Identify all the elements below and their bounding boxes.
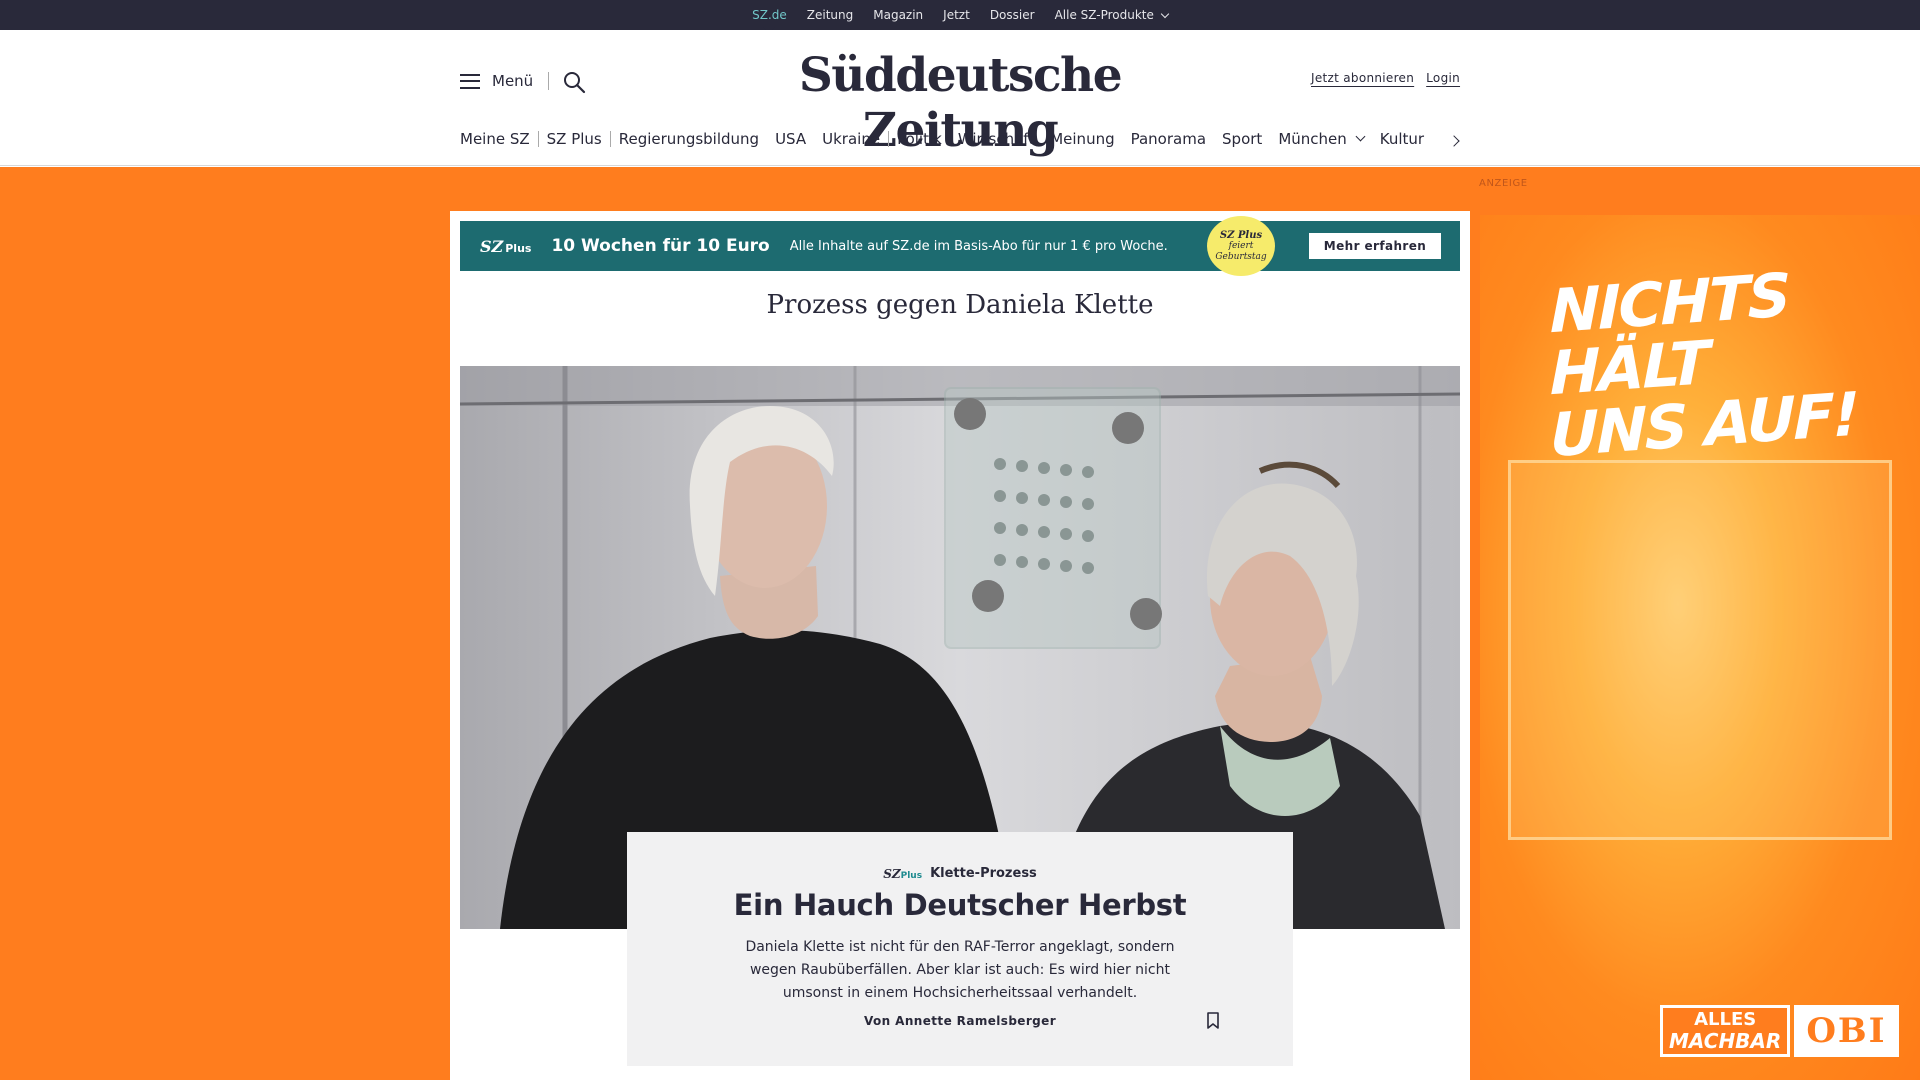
nav-item-usa[interactable]: USA bbox=[767, 130, 814, 148]
obi-tagline-line1: ALLES bbox=[1694, 1009, 1757, 1030]
nav-item-kultur[interactable]: Kultur bbox=[1372, 130, 1432, 148]
all-products-dropdown[interactable]: Alle SZ-Produkte bbox=[1054, 8, 1170, 22]
all-products-label: Alle SZ-Produkte bbox=[1054, 8, 1154, 22]
bookmark-icon bbox=[1207, 1012, 1219, 1029]
sz-plus-badge-text: SZ bbox=[883, 866, 901, 881]
sz-plus-logo: SZ Plus bbox=[480, 237, 531, 256]
nav-item-regierungsbildung[interactable]: Regierungsbildung bbox=[611, 130, 767, 148]
teaser-topic: Klette-Prozess bbox=[930, 866, 1037, 881]
menu-label: Menü bbox=[492, 72, 534, 90]
chevron-down-icon bbox=[1160, 9, 1170, 19]
nav-scroll-right-chevron-right-icon[interactable] bbox=[1448, 134, 1462, 148]
login-link[interactable]: Login bbox=[1426, 71, 1460, 85]
obi-tagline: ALLES MACHBAR bbox=[1660, 1005, 1791, 1057]
sz-plus-badge-suffix: Plus bbox=[900, 870, 923, 881]
article-summary: Daniela Klette ist nicht für den RAF-Ter… bbox=[745, 939, 1175, 1001]
product-link-sz-de[interactable]: SZ.de bbox=[752, 8, 787, 33]
subscribe-link[interactable]: Jetzt abonnieren bbox=[1311, 71, 1414, 85]
product-link-jetzt[interactable]: Jetzt bbox=[943, 8, 970, 22]
obi-logo: ALLES MACHBAR OBI bbox=[1660, 1005, 1899, 1057]
article-author: Von Annette Ramelsberger bbox=[863, 1014, 1057, 1028]
section-nav: Meine SZ SZ Plus Regierungsbildung USA U… bbox=[460, 130, 1432, 148]
hamburger-icon bbox=[460, 73, 480, 89]
badge-line1: feiert bbox=[1228, 240, 1254, 251]
product-link-magazin[interactable]: Magazin bbox=[873, 8, 923, 22]
menu-button[interactable]: Menü bbox=[460, 72, 533, 90]
product-link-dossier[interactable]: Dossier bbox=[990, 8, 1035, 22]
obi-skyscraper-ad[interactable]: NICHTS HÄLT UNS AUF! ALLES MACHBAR OBI bbox=[1480, 215, 1920, 1080]
nav-item-wirtschaft[interactable]: Wirtschaft bbox=[950, 130, 1042, 148]
obi-brand: OBI bbox=[1794, 1005, 1899, 1057]
badge-line2: Geburtstag bbox=[1215, 251, 1267, 262]
badge-logo: SZ Plus bbox=[1219, 229, 1263, 241]
promo-text: Alle Inhalte auf SZ.de im Basis-Abo für … bbox=[789, 238, 1168, 254]
nav-item-meinung[interactable]: Meinung bbox=[1042, 130, 1122, 148]
sz-plus-badge: SZPlus bbox=[883, 867, 922, 881]
bookmark-button[interactable] bbox=[1206, 1012, 1220, 1030]
sz-plus-promo-banner[interactable]: SZ Plus 10 Wochen für 10 Euro Alle Inhalt… bbox=[460, 216, 1460, 276]
nav-item-meine-sz[interactable]: Meine SZ bbox=[460, 130, 538, 148]
product-link-zeitung[interactable]: Zeitung bbox=[807, 8, 853, 22]
chevron-down-icon bbox=[1355, 131, 1366, 141]
product-bar: SZ.de Zeitung Magazin Jetzt Dossier Alle… bbox=[0, 0, 1920, 33]
sz-plus-logo-text: SZ bbox=[480, 236, 504, 256]
ad-slogan: NICHTS HÄLT UNS AUF! bbox=[1550, 259, 1870, 471]
ad-frame bbox=[1508, 460, 1892, 840]
teaser-kicker: SZPlus Klette-Prozess bbox=[627, 866, 1293, 881]
obi-tagline-line2: MACHBAR bbox=[1669, 1029, 1782, 1053]
search-button[interactable] bbox=[562, 70, 586, 94]
article-teaser[interactable]: SZPlus Klette-Prozess Ein Hauch Deutsche… bbox=[627, 832, 1293, 1066]
dossier-title[interactable]: Prozess gegen Daniela Klette bbox=[460, 290, 1460, 320]
account-links: Jetzt abonnieren Login bbox=[1311, 71, 1460, 85]
site-header: Menü Süddeutsche Zeitung Jetzt abonniere… bbox=[0, 30, 1920, 166]
nav-item-sz-plus[interactable]: SZ Plus bbox=[539, 130, 610, 148]
birthday-badge: SZ Plus feiert Geburtstag bbox=[1207, 216, 1275, 276]
header-divider bbox=[548, 72, 549, 90]
search-icon bbox=[564, 72, 586, 94]
nav-item-politik[interactable]: Politik bbox=[889, 130, 950, 148]
nav-item-muenchen-label: München bbox=[1278, 130, 1347, 148]
ad-label: ANZEIGE bbox=[1479, 178, 1528, 189]
nav-item-panorama[interactable]: Panorama bbox=[1123, 130, 1214, 148]
nav-item-sport[interactable]: Sport bbox=[1214, 130, 1270, 148]
promo-title: 10 Wochen für 10 Euro bbox=[551, 236, 770, 256]
article-headline[interactable]: Ein Hauch Deutscher Herbst bbox=[627, 888, 1293, 922]
learn-more-button[interactable]: Mehr erfahren bbox=[1309, 233, 1441, 259]
sz-plus-logo-suffix: Plus bbox=[505, 241, 532, 255]
nav-item-ukraine[interactable]: Ukraine bbox=[814, 130, 888, 148]
nav-item-muenchen[interactable]: München bbox=[1270, 130, 1371, 148]
